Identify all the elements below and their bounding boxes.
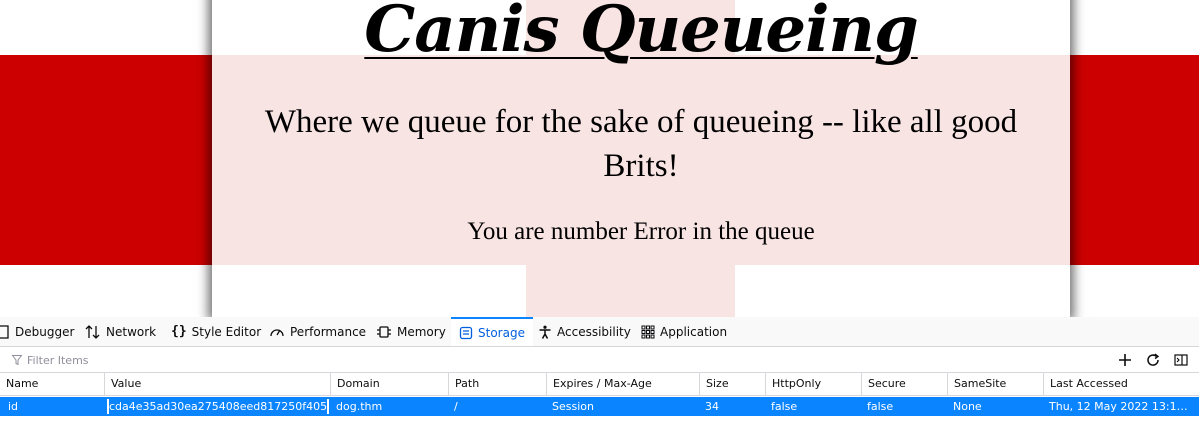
filter-bar (0, 347, 1199, 373)
table-row[interactable]: id cda4e35ad30ea275408eed817250f405 dog.… (0, 397, 1199, 416)
devtools-toolbar: Debugger Network {} Style Editor Perform… (0, 317, 1199, 347)
tagline: Where we queue for the sake of queueing … (264, 104, 1018, 184)
column-header-domain[interactable]: Domain (330, 373, 449, 395)
tab-label: Accessibility (557, 324, 631, 339)
storage-icon (459, 326, 473, 340)
sidebar-icon (1174, 353, 1188, 366)
plus-icon (1119, 353, 1131, 366)
performance-icon (269, 325, 285, 339)
refresh-button[interactable] (1143, 350, 1163, 369)
table-header: Name Value Domain Path Expires / Max-Age… (0, 373, 1199, 396)
devtools-panel: Debugger Network {} Style Editor Perform… (0, 317, 1199, 438)
queue-status: You are number Error in the queue (467, 218, 815, 245)
cookie-size-cell[interactable]: 34 (699, 397, 765, 416)
tab-label: Performance (290, 324, 367, 339)
debugger-icon (0, 324, 10, 339)
tab-style-editor[interactable]: {} Style Editor (171, 317, 261, 346)
cookie-samesite-cell[interactable]: None (947, 397, 1043, 416)
content-card: Canis Queueing Where we queue for the sa… (212, 0, 1070, 317)
memory-icon (376, 325, 392, 339)
site-title: Canis Queueing (364, 0, 918, 67)
tab-storage[interactable]: Storage (451, 317, 533, 346)
network-icon (85, 324, 101, 339)
tab-label: Storage (478, 325, 525, 340)
cookie-value-text[interactable]: cda4e35ad30ea275408eed817250f405 (109, 399, 328, 414)
tab-label: Memory (397, 324, 446, 339)
tab-performance[interactable]: Performance (269, 317, 366, 346)
cookie-secure-cell[interactable]: false (861, 397, 948, 416)
tab-label: Debugger (15, 324, 75, 339)
cookie-expires-cell[interactable]: Session (546, 397, 700, 416)
tab-memory[interactable]: Memory (376, 317, 446, 346)
filter-items-input[interactable] (4, 350, 1079, 371)
column-header-size[interactable]: Size (699, 373, 765, 395)
refresh-icon (1147, 352, 1160, 366)
column-header-httponly[interactable]: HttpOnly (765, 373, 862, 395)
cookie-httponly-cell[interactable]: false (765, 397, 862, 416)
accessibility-icon (538, 325, 552, 339)
add-item-button[interactable] (1115, 350, 1135, 369)
page-viewport: Canis Queueing Where we queue for the sa… (0, 0, 1199, 317)
tab-application[interactable]: Application (641, 317, 727, 346)
cookie-last-accessed-cell[interactable]: Thu, 12 May 2022 13:14:13 ... (1043, 397, 1193, 416)
application-icon (641, 325, 655, 339)
tab-accessibility[interactable]: Accessibility (538, 317, 631, 346)
column-header-samesite[interactable]: SameSite (947, 373, 1043, 395)
tab-network[interactable]: Network (85, 317, 156, 346)
style-editor-icon: {} (171, 324, 187, 339)
column-header-secure[interactable]: Secure (861, 373, 948, 395)
column-header-value[interactable]: Value (104, 373, 330, 395)
tab-debugger[interactable]: Debugger (0, 317, 74, 346)
cookie-domain-cell[interactable]: dog.thm (330, 397, 449, 416)
cookie-value-editor[interactable]: cda4e35ad30ea275408eed817250f405 (106, 398, 330, 415)
tab-label: Application (660, 324, 728, 339)
tab-label: Style Editor (191, 324, 262, 339)
cookie-name-cell[interactable]: id (2, 397, 104, 416)
column-header-last-accessed[interactable]: Last Accessed (1043, 373, 1199, 395)
column-header-path[interactable]: Path (448, 373, 546, 395)
tab-label: Network (106, 324, 157, 339)
cookie-path-cell[interactable]: / (448, 397, 546, 416)
column-header-name[interactable]: Name (0, 373, 106, 395)
column-header-expires[interactable]: Expires / Max-Age (546, 373, 700, 395)
toggle-sidebar-button[interactable] (1171, 350, 1191, 369)
